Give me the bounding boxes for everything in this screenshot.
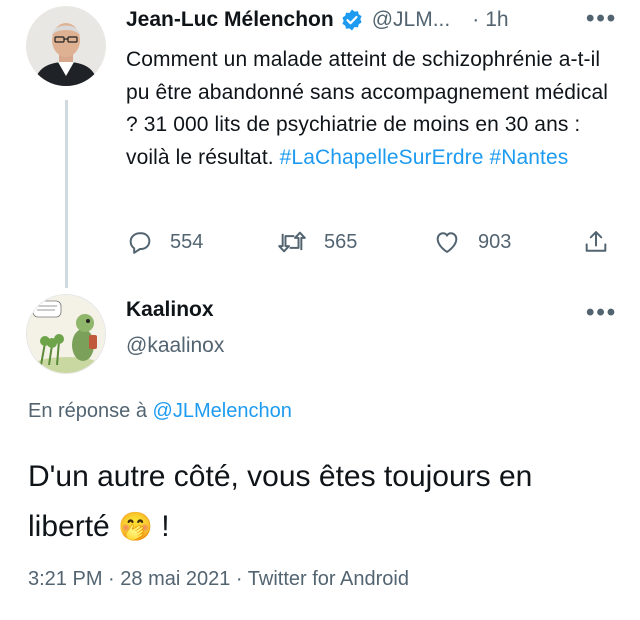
reply-count: 554 xyxy=(170,230,204,253)
retweet-count: 565 xyxy=(324,230,358,253)
reply-text-body: D'un autre côté, vous êtes toujours en l… xyxy=(28,460,533,543)
retweet-icon xyxy=(278,231,306,253)
retweet-action[interactable]: 565 xyxy=(276,228,357,256)
portrait-icon xyxy=(26,6,106,86)
reply-more-button[interactable]: ••• xyxy=(586,301,617,325)
reply-icon xyxy=(129,232,151,254)
avatar-jlm[interactable] xyxy=(26,6,106,86)
hashtag-nantes[interactable]: #Nantes xyxy=(489,146,568,169)
header-separator: · xyxy=(472,8,480,31)
in-reply-to: En réponse à @JLMelenchon xyxy=(28,400,292,423)
reply-text-end: ! xyxy=(161,510,170,543)
reply-action[interactable]: 554 xyxy=(126,228,203,256)
in-reply-to-prefix: En réponse à xyxy=(28,400,147,422)
meta-separator-1: · xyxy=(108,568,115,590)
reply-author-handle[interactable]: @kaalinox xyxy=(126,334,224,358)
avatar-kaalinox[interactable] xyxy=(26,294,106,374)
reply-meta: 3:21 PM · 28 mai 2021 · Twitter for Andr… xyxy=(28,568,409,591)
share-icon xyxy=(585,231,607,252)
heart-icon xyxy=(436,232,458,253)
reply-source[interactable]: Twitter for Android xyxy=(248,568,409,590)
meta-separator-2: · xyxy=(235,568,243,590)
tweet-time[interactable]: 1h xyxy=(485,8,508,32)
author-handle[interactable]: @JLM... xyxy=(372,8,451,32)
like-action[interactable]: 903 xyxy=(432,228,511,256)
like-count: 903 xyxy=(478,230,512,253)
tweet-header: Jean-Luc Mélenchon @JLM... · 1h xyxy=(126,8,509,32)
hashtag-lachapellesurerdre[interactable]: #LaChapelleSurErdre xyxy=(280,146,484,169)
reply-author-name[interactable]: Kaalinox xyxy=(126,298,214,322)
verified-badge-icon xyxy=(342,9,362,31)
reply-text: D'un autre côté, vous êtes toujours en l… xyxy=(28,452,618,552)
in-reply-to-mention[interactable]: @JLMelenchon xyxy=(153,400,292,422)
reply-date[interactable]: 28 mai 2021 xyxy=(120,568,230,590)
tweet-more-button[interactable]: ••• xyxy=(586,7,617,31)
share-action[interactable] xyxy=(582,228,610,256)
author-name[interactable]: Jean-Luc Mélenchon xyxy=(126,8,334,32)
tweet-text: Comment un malade atteint de schizophrén… xyxy=(126,44,622,174)
hand-over-mouth-emoji-icon: 🤭 xyxy=(118,511,153,542)
cartoon-avatar-icon xyxy=(27,295,105,373)
reply-timestamp[interactable]: 3:21 PM xyxy=(28,568,102,590)
thread-connector-line xyxy=(65,100,68,288)
